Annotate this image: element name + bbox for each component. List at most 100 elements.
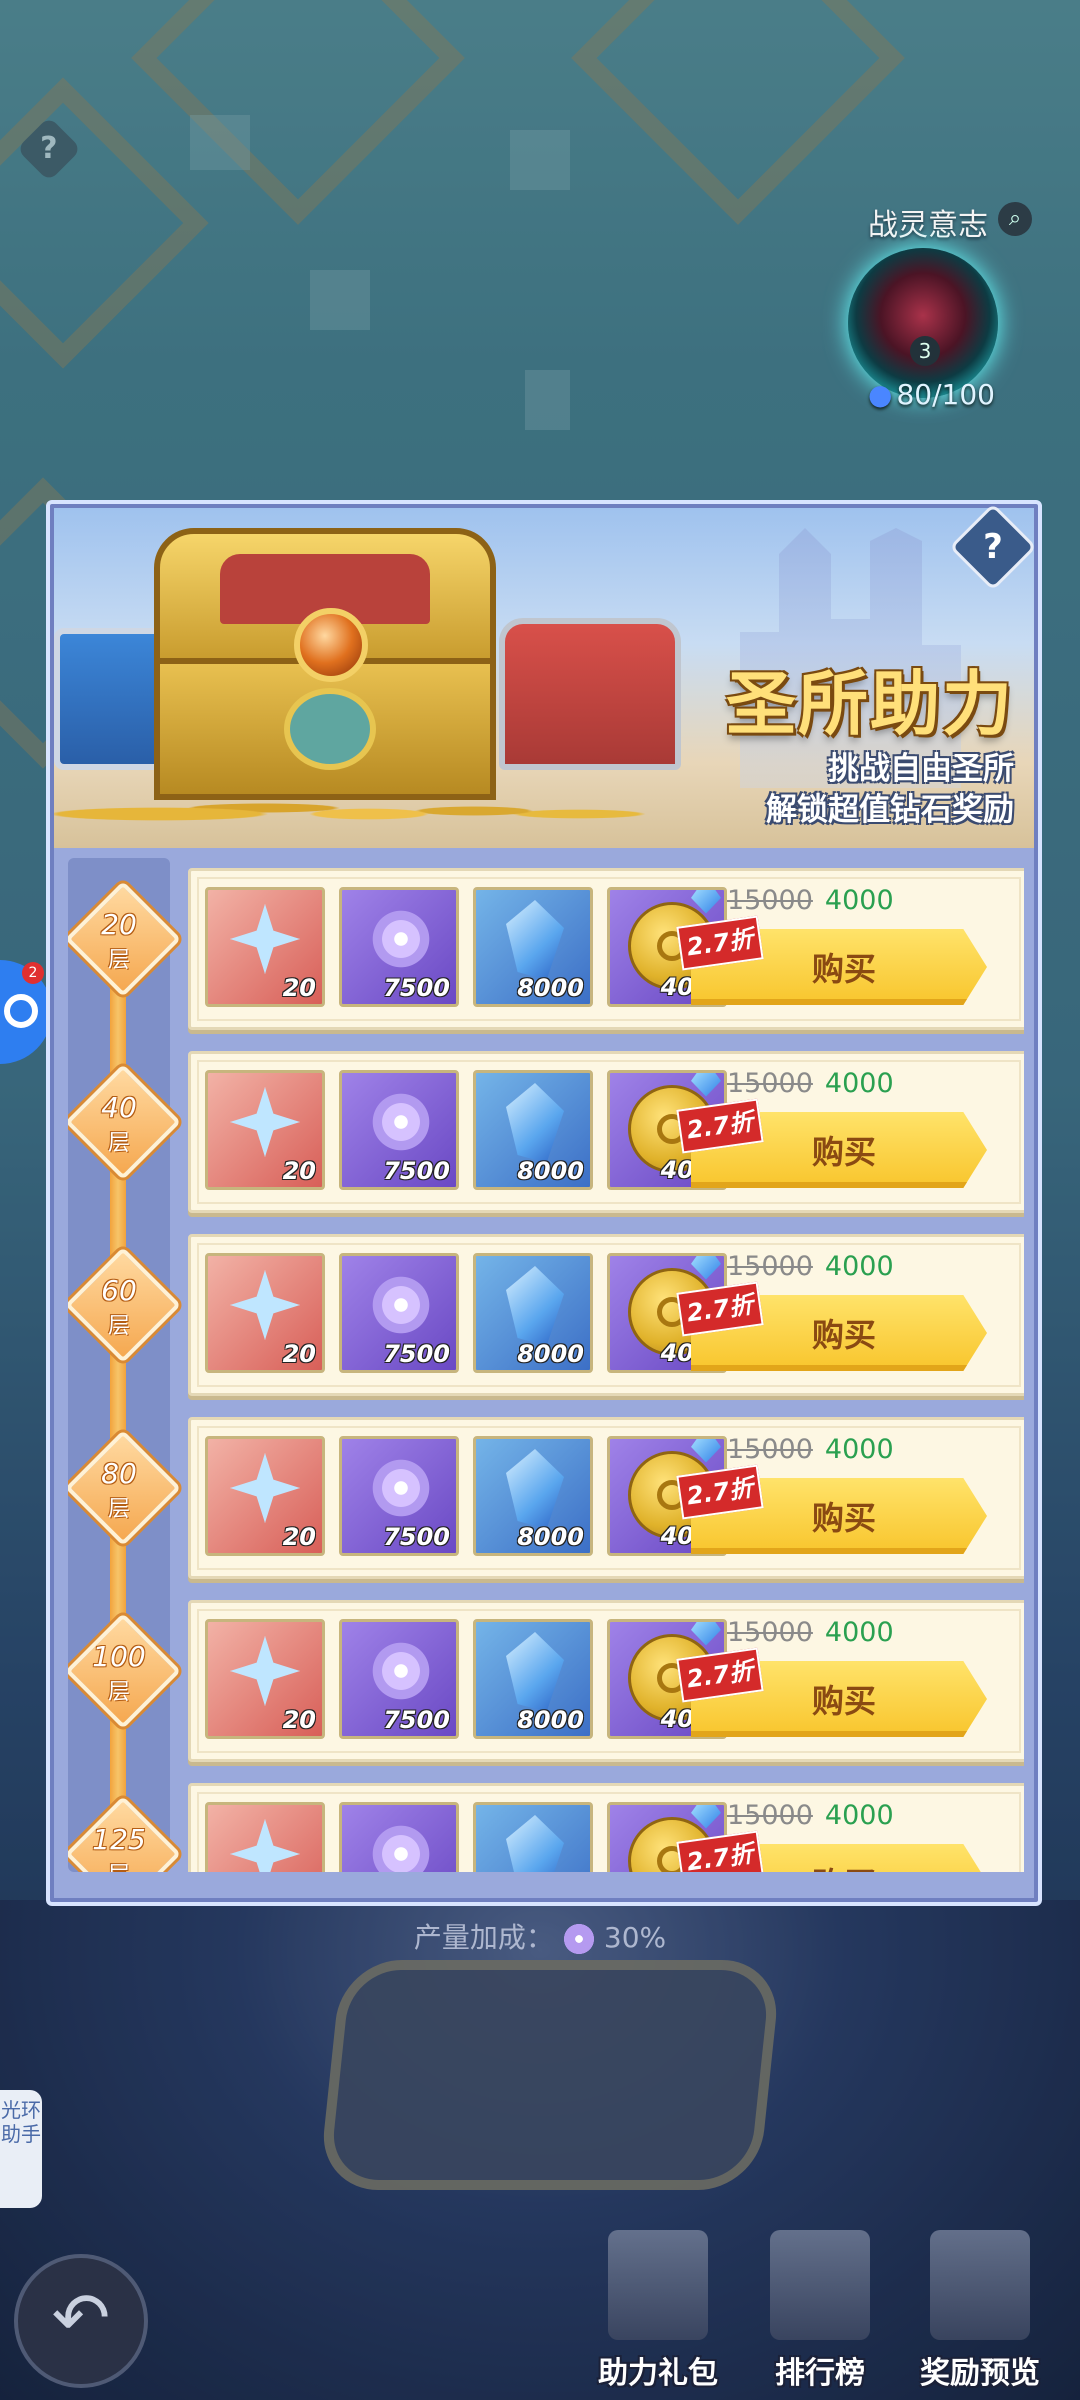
sanctuary-assist-panel: 圣所助力 挑战自由圣所 解锁超值钻石奖励 ? 20 7500 8000 40万 1500…	[46, 500, 1042, 1906]
diamond-icon	[691, 1255, 721, 1280]
item-crystal[interactable]: 8000	[473, 1619, 593, 1739]
reward-row: 20 7500 8000 40万 15000 4000 2.7折 购买	[188, 1234, 1024, 1396]
item-spirit-flower[interactable]	[339, 1802, 459, 1872]
item-star-fragment[interactable]: 20	[205, 1436, 325, 1556]
spirit-title: 战灵意志	[868, 208, 988, 243]
floor-unit: 层	[107, 1680, 130, 1705]
item-crystal[interactable]	[473, 1802, 593, 1872]
item-quantity: 8000	[517, 974, 584, 1002]
bonus-label: 产量加成：	[413, 1921, 554, 1954]
reward-row: 20 7500 8000 40万 15000 4000 2.7折 购买	[188, 868, 1024, 1030]
bonus-value: 30%	[603, 1921, 667, 1954]
item-quantity: 8000	[517, 1157, 584, 1185]
sale-price: 4000	[824, 1068, 894, 1099]
sale-price: 4000	[824, 885, 894, 916]
reward-row: 20 7500 8000 40万 15000 4000 2.7折 购买	[188, 1600, 1024, 1762]
diamond-icon	[691, 1621, 721, 1646]
spirit-energy: ● 80/100	[868, 378, 995, 411]
notification-badge: 2	[22, 962, 44, 984]
reward-preview-button[interactable]: 奖励预览	[900, 2230, 1060, 2400]
floor-unit: 层	[107, 1131, 130, 1156]
item-star-fragment[interactable]: 20	[205, 1070, 325, 1190]
panel-subtitle-1: 挑战自由圣所	[828, 751, 1014, 787]
floor-number: 125	[92, 1823, 146, 1856]
reward-row: 20 7500 8000 40万 15000 4000 2.7折 购买	[188, 1417, 1024, 1579]
item-crystal[interactable]: 8000	[473, 1436, 593, 1556]
floor-number: 100	[92, 1640, 146, 1673]
item-quantity: 20	[282, 1157, 316, 1185]
item-crystal[interactable]: 8000	[473, 887, 593, 1007]
item-spirit-flower[interactable]: 7500	[339, 1070, 459, 1190]
search-icon[interactable]: ⌕	[998, 202, 1032, 236]
red-chest-illustration	[499, 618, 681, 770]
battle-spirit-widget[interactable]: 战灵意志 ⌕ 3 ● 80/100	[820, 200, 1060, 430]
assistant-tab[interactable]: 光环助手	[0, 2090, 42, 2208]
item-spirit-flower[interactable]: 7500	[339, 887, 459, 1007]
floor-number: 60	[101, 1274, 137, 1307]
podium-icon	[770, 2230, 870, 2340]
item-star-fragment[interactable]: 20	[205, 1253, 325, 1373]
assist-gift-label: 助力礼包	[598, 2356, 718, 2391]
flower-icon	[559, 1923, 598, 1955]
item-quantity: 8000	[517, 1706, 584, 1734]
panel-title: 圣所助力	[726, 663, 1014, 745]
energy-drop-icon: ●	[868, 378, 893, 411]
item-quantity: 7500	[383, 1706, 450, 1734]
original-price: 15000	[727, 1434, 813, 1465]
sale-price: 4000	[824, 1251, 894, 1282]
item-quantity: 7500	[383, 974, 450, 1002]
ring-icon	[4, 994, 38, 1028]
reward-list[interactable]: 20 7500 8000 40万 15000 4000 2.7折 购买 20 7500 8000 40…	[68, 858, 1024, 1872]
item-star-fragment[interactable]: 20	[205, 887, 325, 1007]
item-quantity: 20	[282, 974, 316, 1002]
reward-row: 20 7500 8000 40万 15000 4000 2.7折 购买	[188, 1051, 1024, 1213]
floor-marker: 125层	[68, 1796, 181, 1872]
item-spirit-flower[interactable]: 7500	[339, 1619, 459, 1739]
floor-marker: 20 层	[68, 881, 181, 997]
panel-banner: 圣所助力 挑战自由圣所 解锁超值钻石奖励	[54, 508, 1034, 848]
golden-chest-illustration	[134, 508, 504, 800]
item-quantity: 20	[282, 1340, 316, 1368]
coin-pile-illustration	[54, 778, 754, 838]
floor-number: 40	[101, 1091, 137, 1124]
floor-unit: 层	[74, 1857, 164, 1872]
original-price: 15000	[727, 1800, 813, 1831]
item-crystal[interactable]: 8000	[473, 1070, 593, 1190]
item-star-fragment[interactable]: 20	[205, 1619, 325, 1739]
diamond-icon	[691, 1438, 721, 1463]
item-quantity: 8000	[517, 1523, 584, 1551]
floor-unit: 层	[107, 948, 130, 973]
original-price: 15000	[727, 885, 813, 916]
floor-marker: 100 层	[68, 1613, 181, 1729]
back-button[interactable]: ↶	[14, 2254, 148, 2388]
reward-preview-label: 奖励预览	[920, 2356, 1040, 2391]
reward-row: 1500040002.7折购买	[188, 1783, 1024, 1872]
gift-box-icon	[930, 2230, 1030, 2340]
item-spirit-flower[interactable]: 7500	[339, 1253, 459, 1373]
floor-marker: 40 层	[68, 1064, 181, 1180]
map-help-icon[interactable]: ?	[16, 116, 82, 182]
floor-marker: 80 层	[68, 1430, 181, 1546]
spirit-orb[interactable]	[848, 248, 998, 398]
sale-price: 4000	[824, 1617, 894, 1648]
item-spirit-flower[interactable]: 7500	[339, 1436, 459, 1556]
back-arrow-icon: ↶	[51, 2277, 111, 2359]
diamond-icon	[691, 1072, 721, 1097]
panel-subtitle-2: 解锁超值钻石奖励	[766, 792, 1014, 828]
gift-shrine-icon	[608, 2230, 708, 2340]
diamond-icon	[691, 889, 721, 914]
original-price: 15000	[727, 1068, 813, 1099]
item-quantity: 7500	[383, 1157, 450, 1185]
ranking-button[interactable]: 排行榜	[740, 2230, 900, 2400]
item-star-fragment[interactable]	[205, 1802, 325, 1872]
assist-gift-button[interactable]: 助力礼包	[578, 2230, 738, 2400]
production-bonus: 产量加成： 30%	[0, 1916, 1080, 1956]
floor-marker: 60 层	[68, 1247, 181, 1363]
floor-unit: 层	[107, 1497, 130, 1522]
item-quantity: 20	[282, 1523, 316, 1551]
item-quantity: 20	[282, 1706, 316, 1734]
item-quantity: 7500	[383, 1340, 450, 1368]
energy-value: 80/100	[896, 378, 995, 411]
item-crystal[interactable]: 8000	[473, 1253, 593, 1373]
original-price: 15000	[727, 1251, 813, 1282]
